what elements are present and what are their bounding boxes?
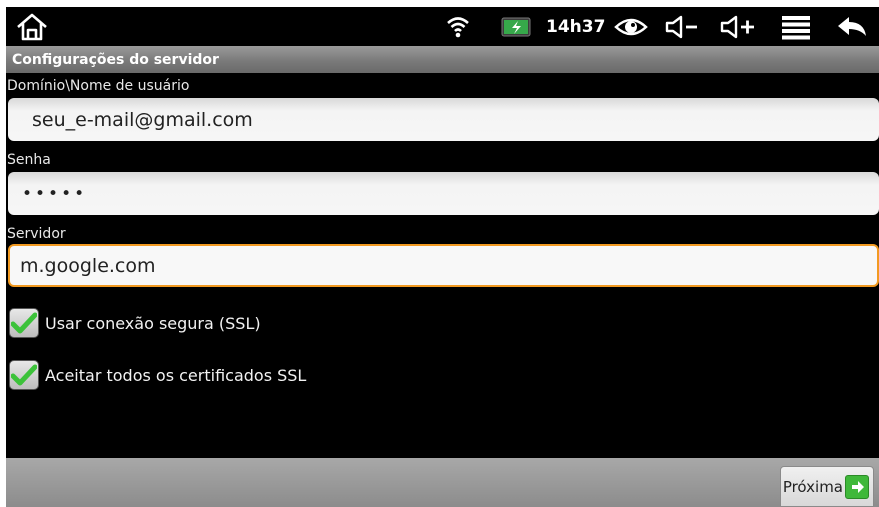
cert-checkbox[interactable] bbox=[9, 360, 39, 390]
next-button-label: Próxima bbox=[782, 477, 843, 496]
bottom-bar: Próxima bbox=[6, 458, 879, 507]
battery-icon bbox=[500, 7, 534, 46]
arrow-right-icon bbox=[845, 474, 869, 499]
cert-option[interactable]: Aceitar todos os certificados SSL bbox=[9, 360, 306, 390]
wifi-icon bbox=[444, 7, 472, 46]
page-title: Configurações do servidor bbox=[12, 51, 219, 68]
back-icon[interactable] bbox=[832, 7, 872, 46]
clock-time: 14h37 bbox=[546, 16, 606, 37]
server-input[interactable]: m.google.com bbox=[8, 244, 879, 287]
server-value: m.google.com bbox=[20, 254, 156, 277]
password-value: ••••• bbox=[22, 183, 88, 204]
volume-down-icon[interactable] bbox=[662, 7, 702, 46]
cert-label: Aceitar todos os certificados SSL bbox=[45, 365, 307, 385]
next-button[interactable]: Próxima bbox=[780, 466, 874, 507]
device-screen: 14h37 Configurações do servidor Domínio\… bbox=[6, 7, 879, 507]
password-input[interactable]: ••••• bbox=[8, 172, 879, 215]
menu-icon[interactable] bbox=[778, 7, 814, 46]
checkmark-icon bbox=[11, 312, 37, 334]
status-bar: 14h37 bbox=[6, 7, 879, 46]
username-label: Domínio\Nome de usuário bbox=[7, 78, 190, 94]
server-label: Servidor bbox=[7, 226, 66, 242]
username-value: seu_e-mail@gmail.com bbox=[32, 108, 253, 131]
ssl-label: Usar conexão segura (SSL) bbox=[45, 313, 261, 333]
volume-up-icon[interactable] bbox=[716, 7, 760, 46]
checkmark-icon bbox=[11, 364, 37, 386]
eye-icon[interactable] bbox=[612, 7, 650, 46]
ssl-option[interactable]: Usar conexão segura (SSL) bbox=[9, 308, 261, 338]
password-label: Senha bbox=[7, 152, 51, 168]
title-bar: Configurações do servidor bbox=[6, 46, 879, 73]
ssl-checkbox[interactable] bbox=[9, 308, 39, 338]
home-icon[interactable] bbox=[12, 7, 52, 46]
username-input[interactable]: seu_e-mail@gmail.com bbox=[8, 98, 879, 141]
